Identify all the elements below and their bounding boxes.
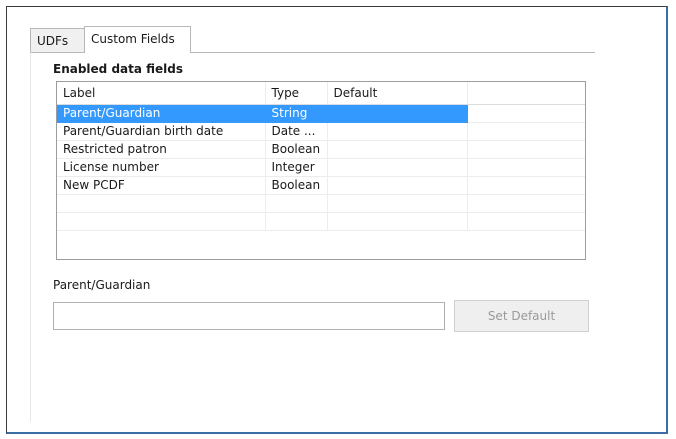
- filler-cell: [467, 122, 585, 141]
- filler-cell: [467, 212, 585, 231]
- cell-type: Boolean: [265, 140, 328, 159]
- cell-default: [327, 140, 468, 159]
- empty-cell: [327, 212, 468, 231]
- table-row[interactable]: Parent/Guardian birth date Date ...: [57, 122, 585, 141]
- cell-default: [327, 158, 468, 177]
- default-value-input[interactable]: [53, 302, 445, 330]
- column-header-default[interactable]: Default: [327, 82, 468, 105]
- filler-cell: [467, 140, 585, 159]
- empty-row[interactable]: [57, 194, 585, 213]
- cell-type: Boolean: [265, 176, 328, 195]
- empty-cell: [57, 194, 266, 213]
- cell-type: String: [265, 104, 328, 123]
- section-title: Enabled data fields: [53, 62, 184, 76]
- cell-default: [327, 104, 468, 123]
- empty-cell: [57, 212, 266, 231]
- cell-default: [327, 122, 468, 141]
- column-header-filler: [467, 82, 585, 105]
- column-header-label[interactable]: Label: [57, 82, 266, 105]
- cell-type: Date ...: [265, 122, 328, 141]
- cell-label: License number: [57, 158, 266, 177]
- cell-label: New PCDF: [57, 176, 266, 195]
- set-default-button[interactable]: Set Default: [454, 300, 589, 332]
- grid-header-row: Label Type Default: [57, 82, 585, 105]
- table-row[interactable]: License number Integer: [57, 158, 585, 177]
- table-row[interactable]: New PCDF Boolean: [57, 176, 585, 195]
- column-header-type[interactable]: Type: [265, 82, 328, 105]
- filler-cell: [467, 158, 585, 177]
- tab-custom-fields[interactable]: Custom Fields: [84, 26, 191, 53]
- cell-default: [327, 176, 468, 195]
- filler-cell: [467, 104, 585, 123]
- empty-cell: [265, 212, 328, 231]
- table-row[interactable]: Parent/Guardian String: [57, 104, 585, 123]
- filler-cell: [467, 176, 585, 195]
- cell-label: Parent/Guardian: [57, 104, 266, 123]
- cell-label: Parent/Guardian birth date: [57, 122, 266, 141]
- filler-cell: [467, 194, 585, 213]
- table-row[interactable]: Restricted patron Boolean: [57, 140, 585, 159]
- empty-cell: [265, 194, 328, 213]
- fields-grid[interactable]: Label Type Default Parent/Guardian String…: [56, 81, 586, 260]
- cell-label: Restricted patron: [57, 140, 266, 159]
- default-field-label: Parent/Guardian: [53, 278, 151, 292]
- cell-type: Integer: [265, 158, 328, 177]
- tab-udfs[interactable]: UDFs: [30, 28, 85, 52]
- empty-cell: [327, 194, 468, 213]
- empty-row[interactable]: [57, 212, 585, 231]
